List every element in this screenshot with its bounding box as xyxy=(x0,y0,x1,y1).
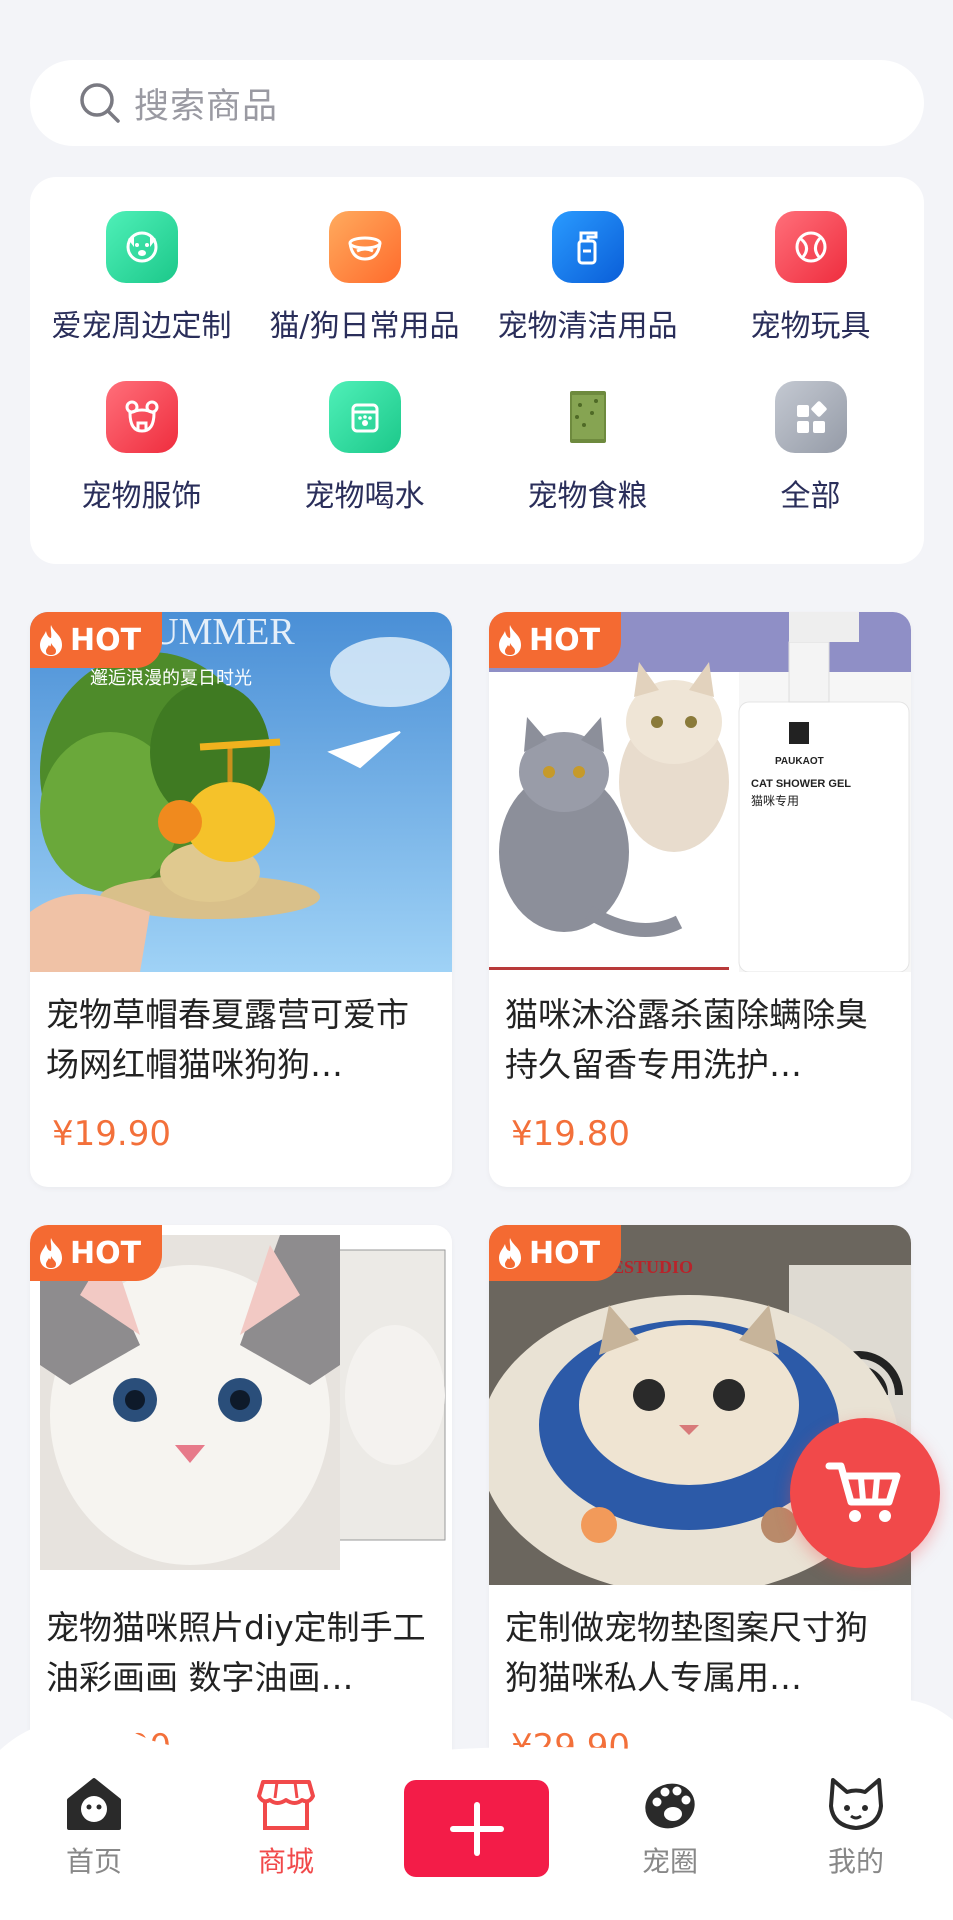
category-item[interactable]: 猫/狗日常用品 xyxy=(253,177,476,347)
product-card[interactable]: SUMMER 邂逅浪漫的夏日时光 HOT 宠物草帽春夏露营可爱市场网红帽猫咪狗狗… xyxy=(30,612,452,1187)
hot-label: HOT xyxy=(70,622,142,658)
cart-button[interactable] xyxy=(790,1418,940,1568)
category-item[interactable]: 爱宠周边定制 xyxy=(30,177,253,347)
product-title: 定制做宠物垫图案尺寸狗狗猫咪私人专属用… xyxy=(505,1608,868,1697)
tab-bar: 首页 商城 宠圈 我的 xyxy=(0,1700,953,1920)
tab-home[interactable]: 首页 xyxy=(34,1776,154,1880)
category-label: 猫/狗日常用品 xyxy=(269,309,460,344)
cart-icon xyxy=(825,1462,901,1522)
category-label: 宠物清洁用品 xyxy=(497,309,678,344)
category-item[interactable]: 宠物喝水 xyxy=(253,347,476,517)
category-item[interactable]: 宠物服饰 xyxy=(30,347,253,517)
product-title: 宠物草帽春夏露营可爱市场网红帽猫咪狗狗… xyxy=(46,995,409,1084)
grid-icon xyxy=(774,381,847,453)
tab-label: 我的 xyxy=(827,1845,884,1878)
tab-label: 首页 xyxy=(65,1845,122,1878)
plus-icon xyxy=(449,1801,504,1856)
tab-store[interactable]: 商城 xyxy=(226,1776,346,1880)
hot-badge: HOT xyxy=(489,1225,621,1281)
flame-icon xyxy=(40,625,62,656)
search-icon xyxy=(80,83,120,123)
product-en-text: CAT SHOWER GEL xyxy=(751,778,851,790)
product-image: HOT xyxy=(30,1225,452,1585)
flame-icon xyxy=(40,1238,62,1269)
flame-icon xyxy=(499,1238,521,1269)
tab-pet-circle[interactable]: 宠圈 xyxy=(610,1776,730,1880)
store-icon xyxy=(257,1780,315,1830)
water-bowl-icon xyxy=(328,381,401,453)
hot-badge: HOT xyxy=(30,1225,162,1281)
publish-button[interactable] xyxy=(404,1780,549,1877)
food-bag-icon xyxy=(551,381,624,453)
pet-bowl-icon xyxy=(328,211,401,283)
dog-face-icon xyxy=(105,211,178,283)
product-price: ¥19.80 xyxy=(511,1114,630,1154)
search-bar[interactable]: 搜索商品 xyxy=(30,60,924,146)
image-subtext: 邂逅浪漫的夏日时光 xyxy=(90,668,252,689)
brand-text: PAUKAOT xyxy=(775,756,824,767)
home-icon xyxy=(67,1778,121,1830)
paw-icon xyxy=(645,1783,695,1829)
product-card[interactable]: PAUKAOT CAT SHOWER GEL 猫咪专用 HOT 猫咪沐浴露杀菌除… xyxy=(489,612,911,1187)
flame-icon xyxy=(499,625,521,656)
tab-label: 商城 xyxy=(257,1845,314,1878)
tab-label: 宠圈 xyxy=(641,1845,698,1878)
product-cn-text: 猫咪专用 xyxy=(751,793,799,808)
hot-badge: HOT xyxy=(489,612,621,668)
category-label: 爱宠周边定制 xyxy=(51,309,232,344)
category-item[interactable]: 宠物食粮 xyxy=(476,347,699,517)
hot-label: HOT xyxy=(70,1235,142,1271)
bear-clothes-icon xyxy=(105,381,178,453)
category-item[interactable]: 宠物玩具 xyxy=(699,177,922,347)
category-label: 宠物食粮 xyxy=(527,479,648,514)
ball-icon xyxy=(774,211,847,283)
product-title: 宠物猫咪照片diy定制手工油彩画画 数字油画… xyxy=(46,1608,426,1697)
category-label: 宠物玩具 xyxy=(750,309,871,344)
hot-label: HOT xyxy=(529,622,601,658)
category-item[interactable]: 全部 xyxy=(699,347,922,517)
spray-bottle-icon xyxy=(551,211,624,283)
category-label: 宠物服饰 xyxy=(81,479,202,514)
hot-label: HOT xyxy=(529,1235,601,1271)
tab-mine[interactable]: 我的 xyxy=(796,1776,916,1880)
category-label: 宠物喝水 xyxy=(304,479,425,514)
search-placeholder: 搜索商品 xyxy=(134,86,279,127)
product-image: PAUKAOT CAT SHOWER GEL 猫咪专用 HOT xyxy=(489,612,911,972)
hot-badge: HOT xyxy=(30,612,162,668)
product-title: 猫咪沐浴露杀菌除螨除臭持久留香专用洗护… xyxy=(505,995,868,1084)
cat-face-icon xyxy=(829,1778,883,1830)
category-card: 爱宠周边定制 猫/狗日常用品 宠物清洁用品 宠物玩具 宠物服饰 宠物喝水 宠物食… xyxy=(30,177,924,564)
category-item[interactable]: 宠物清洁用品 xyxy=(476,177,699,347)
product-price: ¥19.90 xyxy=(52,1114,171,1154)
category-label: 全部 xyxy=(780,479,841,514)
product-image: SUMMER 邂逅浪漫的夏日时光 HOT xyxy=(30,612,452,972)
